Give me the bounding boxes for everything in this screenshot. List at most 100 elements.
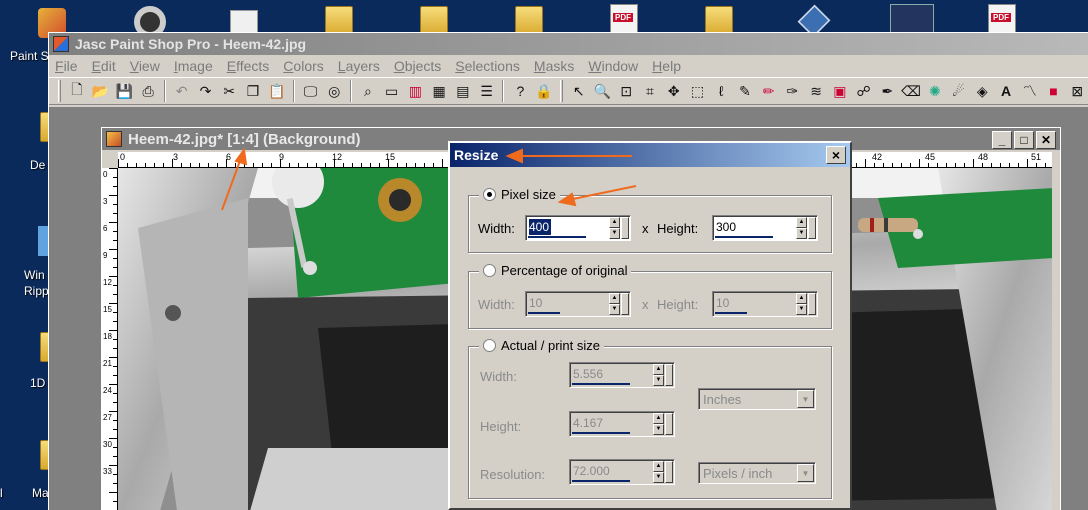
actual-width-field[interactable]: ▲▼ <box>569 362 675 388</box>
toolbar-grip[interactable] <box>559 80 563 102</box>
httrack-icon[interactable] <box>890 4 934 34</box>
pixel-height-field[interactable]: ▲▼ <box>712 215 818 241</box>
percent-width-input[interactable] <box>529 295 599 311</box>
actual-width-input[interactable] <box>573 366 643 382</box>
menu-edit[interactable]: Edit <box>92 58 116 74</box>
retouch-icon[interactable]: ☍ <box>853 80 875 102</box>
airbrush-icon[interactable]: ☄ <box>948 80 970 102</box>
close-icon[interactable]: ✕ <box>1036 131 1056 149</box>
menu-masks[interactable]: Masks <box>534 58 574 74</box>
toolbar-grip[interactable] <box>58 80 61 102</box>
print-icon[interactable]: ⎙ <box>137 80 159 102</box>
layers-palette-icon[interactable]: ▤ <box>452 80 474 102</box>
lock-icon[interactable]: 🔒 <box>533 80 555 102</box>
crop-tool-icon[interactable]: ⌗ <box>639 80 661 102</box>
percent-width-slider-button[interactable] <box>621 293 629 315</box>
open-icon[interactable]: 📂 <box>90 80 112 102</box>
histogram-icon[interactable]: ▦ <box>428 80 450 102</box>
cut-icon[interactable]: ✂ <box>218 80 240 102</box>
screen-capture-icon[interactable]: 🖵 <box>300 80 322 102</box>
text-tool-icon[interactable]: A <box>995 80 1017 102</box>
chevron-down-icon[interactable]: ▼ <box>797 390 814 408</box>
resolution-spinner[interactable]: ▲ ▼ <box>653 461 664 483</box>
percent-width-field[interactable]: ▲▼ <box>525 291 631 317</box>
menu-layers[interactable]: Layers <box>338 58 380 74</box>
flood-fill-icon[interactable]: ◈ <box>971 80 993 102</box>
ruler-tick <box>937 163 938 167</box>
actual-width-spinner[interactable]: ▲ ▼ <box>653 364 664 386</box>
save-icon[interactable]: 💾 <box>113 80 135 102</box>
zoom-tool-icon[interactable]: 🔍 <box>592 80 614 102</box>
percent-height-input[interactable] <box>716 295 786 311</box>
eraser-icon[interactable]: ⌫ <box>900 80 922 102</box>
actual-height-input[interactable] <box>573 415 643 431</box>
actual-width-slider-button[interactable] <box>665 364 673 386</box>
pixel-width-input[interactable] <box>529 219 551 235</box>
actual-height-field[interactable]: ▲▼ <box>569 411 675 437</box>
menu-effects[interactable]: Effects <box>227 58 270 74</box>
resolution-slider-button[interactable] <box>665 461 673 483</box>
pixel-width-slider-button[interactable] <box>621 217 629 239</box>
chevron-down-icon[interactable]: ▼ <box>797 464 814 482</box>
draw-tool-icon[interactable]: 〽 <box>1019 80 1041 102</box>
percent-height-slider-button[interactable] <box>808 293 816 315</box>
percent-height-spinner[interactable]: ▲ ▼ <box>796 293 807 315</box>
pointer-tool-icon[interactable]: ↖ <box>568 80 590 102</box>
pixel-height-spinner[interactable]: ▲ ▼ <box>796 217 807 239</box>
menu-window[interactable]: Window <box>588 58 638 74</box>
picture-tube-icon[interactable]: ✺ <box>924 80 946 102</box>
pdf-file-icon[interactable] <box>988 4 1016 34</box>
units-select[interactable]: Inches ▼ <box>698 388 816 410</box>
percentage-radio[interactable] <box>483 264 496 277</box>
help-icon[interactable]: ? <box>509 80 531 102</box>
move-tool-icon[interactable]: ✥ <box>663 80 685 102</box>
close-icon[interactable]: × <box>826 146 846 164</box>
color-replacer-icon[interactable]: ▣ <box>829 80 851 102</box>
selection-tool-icon[interactable]: ⬚ <box>687 80 709 102</box>
overview-icon[interactable]: ▭ <box>381 80 403 102</box>
app-title-bar[interactable]: Jasc Paint Shop Pro - Heem-42.jpg <box>49 33 1088 55</box>
menu-image[interactable]: Image <box>174 58 213 74</box>
resolution-input[interactable] <box>573 463 643 479</box>
menu-help[interactable]: Help <box>652 58 681 74</box>
new-icon[interactable]: 🗋 <box>66 80 88 102</box>
pixel-height-input[interactable] <box>716 219 786 235</box>
color-palette-icon[interactable]: ▥ <box>405 80 427 102</box>
pixel-width-spinner[interactable]: ▲ ▼ <box>609 217 620 239</box>
deform-tool-icon[interactable]: ⊡ <box>615 80 637 102</box>
maximize-icon[interactable]: □ <box>1014 131 1034 149</box>
preset-shapes-icon[interactable]: ■ <box>1043 80 1065 102</box>
percent-height-field[interactable]: ▲▼ <box>712 291 818 317</box>
resolution-field[interactable]: ▲▼ <box>569 459 675 485</box>
menu-objects[interactable]: Objects <box>394 58 441 74</box>
pixel-width-field[interactable]: ▲▼ <box>525 215 631 241</box>
menu-colors[interactable]: Colors <box>283 58 323 74</box>
redo-icon[interactable]: ↷ <box>195 80 217 102</box>
undo-icon[interactable]: ↶ <box>171 80 193 102</box>
object-selector-icon[interactable]: ⊠ <box>1066 80 1088 102</box>
pdf-file-icon[interactable] <box>610 4 638 34</box>
actual-height-slider-button[interactable] <box>665 413 673 435</box>
tool-options-icon[interactable]: ☰ <box>476 80 498 102</box>
resolution-units-select[interactable]: Pixels / inch ▼ <box>698 462 816 484</box>
menu-view[interactable]: View <box>130 58 160 74</box>
menu-selections[interactable]: Selections <box>455 58 520 74</box>
resize-dialog-title-bar[interactable]: Resize × <box>450 143 850 167</box>
pixel-size-radio[interactable] <box>483 188 496 201</box>
actual-height-spinner[interactable]: ▲ ▼ <box>653 413 664 435</box>
retouch-brush-icon[interactable]: ✒ <box>876 80 898 102</box>
pixel-height-slider-button[interactable] <box>808 217 816 239</box>
minimize-icon[interactable]: _ <box>992 131 1012 149</box>
zoom-icon[interactable]: ⌕ <box>357 80 379 102</box>
percent-width-spinner[interactable]: ▲ ▼ <box>609 293 620 315</box>
browse-icon[interactable]: ◎ <box>323 80 345 102</box>
actual-size-radio[interactable] <box>483 339 496 352</box>
clone-brush-icon[interactable]: ✑ <box>782 80 804 102</box>
scratch-remover-icon[interactable]: ≋ <box>805 80 827 102</box>
dropper-tool-icon[interactable]: ✎ <box>734 80 756 102</box>
paste-icon[interactable]: 📋 <box>266 80 288 102</box>
paint-brush-icon[interactable]: ✏ <box>758 80 780 102</box>
copy-icon[interactable]: ❐ <box>242 80 264 102</box>
freehand-tool-icon[interactable]: ℓ <box>710 80 732 102</box>
menu-file[interactable]: File <box>55 58 78 74</box>
